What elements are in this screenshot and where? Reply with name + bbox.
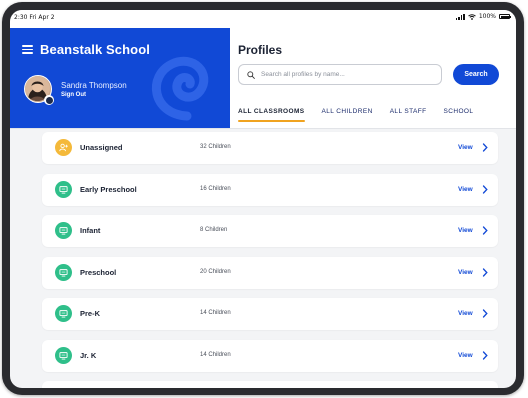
classroom-row-preschool[interactable]: Preschool 20 Children View — [42, 256, 498, 289]
avatar[interactable] — [24, 75, 54, 105]
classroom-row-unassigned[interactable]: Unassigned 32 Children View — [42, 132, 498, 164]
children-count: 14 Children — [200, 351, 231, 358]
search-button[interactable]: Search — [453, 64, 499, 85]
view-link[interactable]: View — [458, 269, 473, 276]
classroom-name: Pre-K — [80, 309, 101, 318]
tab-all-classrooms[interactable]: ALL CLASSROOMS — [238, 108, 305, 122]
children-count: 16 Children — [200, 185, 231, 192]
children-count: 14 Children — [200, 310, 231, 316]
unassigned-user-icon — [55, 139, 72, 156]
classroom-name: Early Preschool — [80, 184, 137, 194]
school-name: Beanstalk School — [40, 42, 150, 57]
wifi-icon — [468, 13, 476, 20]
classroom-name: Infant — [80, 226, 101, 235]
tablet-frame: 2:30 Fri Apr 2 100% Beanstalk School San… — [2, 2, 524, 395]
view-link[interactable]: View — [458, 186, 473, 193]
classroom-board-icon — [55, 180, 72, 198]
status-bar: 2:30 Fri Apr 2 100% — [10, 10, 516, 28]
classroom-board-icon — [55, 222, 72, 239]
chevron-right-icon[interactable] — [482, 226, 488, 235]
battery-percent: 100% — [478, 13, 496, 20]
profile-tabs: ALL CLASSROOMS ALL CHILDREN ALL STAFF SC… — [238, 108, 473, 122]
chevron-right-icon[interactable] — [482, 143, 488, 152]
user-profile: Sandra Thompson Sign Out — [24, 75, 127, 105]
classroom-row-partial[interactable] — [42, 381, 498, 388]
classroom-row-early-preschool[interactable]: Early Preschool 16 Children View — [42, 173, 498, 206]
status-time: 2:30 Fri Apr 2 — [14, 14, 55, 21]
view-link[interactable]: View — [458, 144, 473, 151]
app-screen: 2:30 Fri Apr 2 100% Beanstalk School San… — [10, 10, 516, 388]
view-link[interactable]: View — [458, 310, 473, 317]
battery-icon — [499, 14, 511, 19]
user-info: Sandra Thompson Sign Out — [61, 81, 127, 98]
chevron-right-icon[interactable] — [482, 350, 488, 360]
cellular-signal-icon — [455, 13, 465, 20]
classroom-board-icon — [55, 346, 72, 364]
page-title: Profiles — [238, 43, 283, 57]
children-count: 8 Children — [200, 227, 228, 233]
search-box[interactable] — [238, 64, 442, 85]
classroom-row-jr-k[interactable]: Jr. K 14 Children View — [42, 339, 498, 372]
menu-icon[interactable] — [22, 45, 33, 54]
tab-school[interactable]: SCHOOL — [444, 108, 474, 122]
school-header-panel: Beanstalk School Sandra Thompson Sign Ou… — [10, 28, 230, 128]
swirl-decoration-icon — [152, 56, 209, 121]
status-indicators: 100% — [455, 13, 511, 20]
view-link[interactable]: View — [458, 352, 473, 359]
classroom-board-icon — [55, 263, 72, 281]
classroom-row-pre-k[interactable]: Pre-K 14 Children View — [42, 298, 498, 330]
classroom-name: Jr. K — [80, 350, 97, 360]
search-input[interactable] — [261, 71, 431, 78]
search-icon — [247, 70, 255, 79]
classroom-board-icon — [55, 305, 72, 322]
chevron-right-icon[interactable] — [482, 309, 488, 318]
tab-all-children[interactable]: ALL CHILDREN — [322, 108, 373, 122]
classroom-name: Unassigned — [80, 143, 123, 152]
user-name: Sandra Thompson — [61, 80, 127, 90]
app-title-row: Beanstalk School — [22, 42, 150, 57]
header-divider — [10, 128, 516, 129]
children-count: 32 Children — [200, 144, 231, 150]
tab-all-staff[interactable]: ALL STAFF — [390, 108, 427, 122]
classroom-row-infant[interactable]: Infant 8 Children View — [42, 215, 498, 247]
view-link[interactable]: View — [458, 227, 473, 234]
children-count: 20 Children — [200, 268, 231, 275]
sign-out-link[interactable]: Sign Out — [61, 92, 127, 98]
classroom-name: Preschool — [80, 267, 117, 277]
chevron-right-icon[interactable] — [482, 267, 488, 277]
profiles-header: Profiles Search ALL CLASSROOMS ALL CHILD… — [230, 28, 516, 128]
edit-badge-icon[interactable] — [44, 95, 54, 105]
chevron-right-icon[interactable] — [482, 184, 488, 194]
